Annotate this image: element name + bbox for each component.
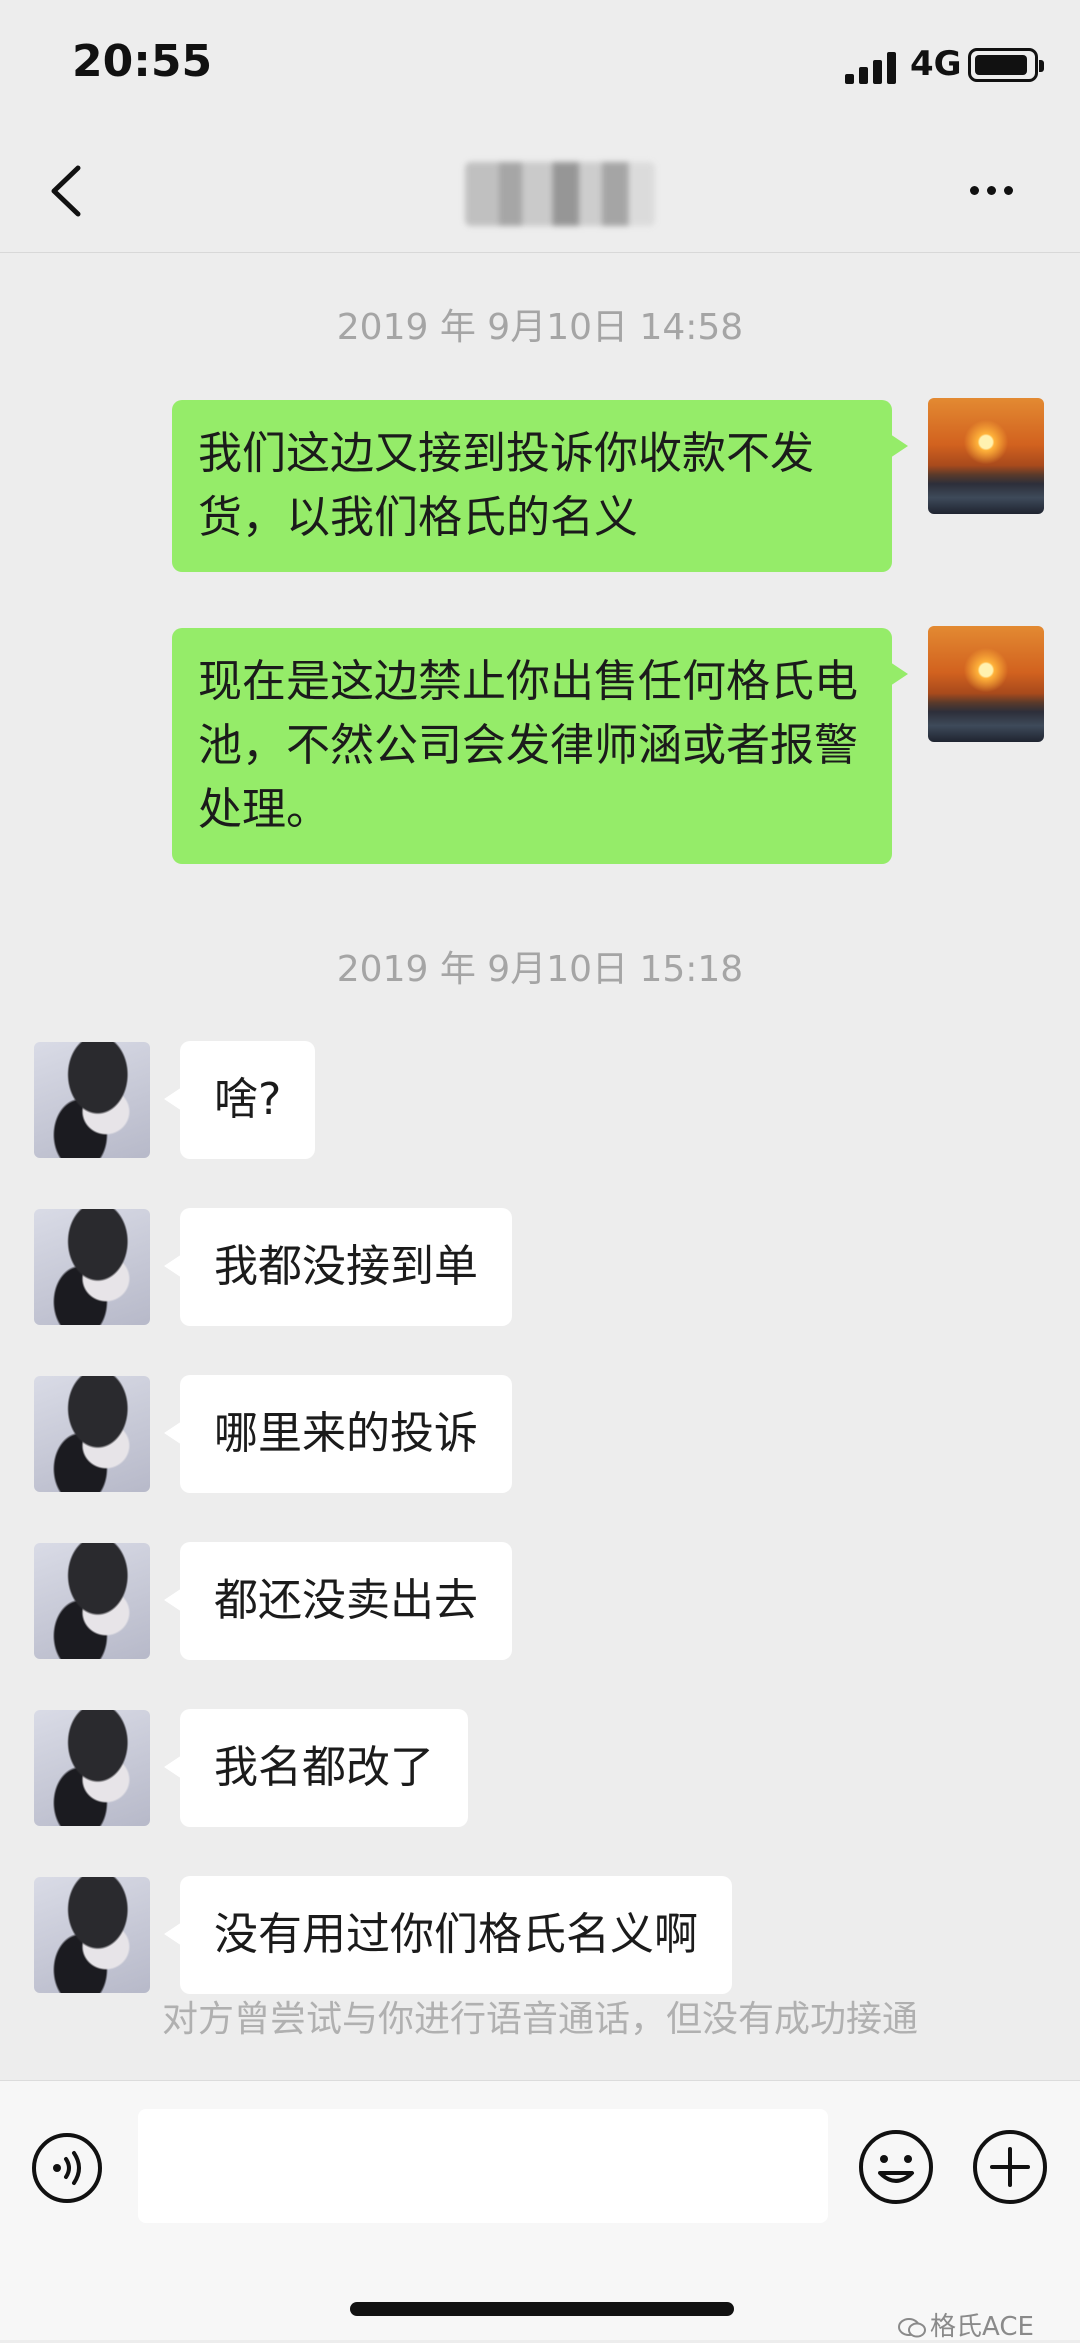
watermark: 格氏ACE (898, 2306, 1034, 2343)
battery-icon (968, 48, 1044, 82)
contact-name-blurred (465, 162, 655, 226)
signal-icon (845, 52, 896, 84)
emoji-icon[interactable] (856, 2127, 936, 2207)
contact-avatar[interactable] (34, 1042, 150, 1158)
contact-avatar[interactable] (34, 1877, 150, 1993)
chat-header (0, 130, 1080, 253)
chevron-left-icon[interactable] (40, 160, 100, 222)
message-input[interactable] (138, 2109, 828, 2223)
incoming-message[interactable]: 没有用过你们格氏名义啊 (164, 1876, 732, 1994)
contact-avatar[interactable] (34, 1543, 150, 1659)
status-time: 20:55 (72, 36, 213, 87)
wechat-icon (898, 2318, 926, 2338)
outgoing-message[interactable]: 现在是这边禁止你出售任何格氏电池，不然公司会发律师涵或者报警处理。 (172, 628, 908, 864)
contact-avatar[interactable] (34, 1209, 150, 1325)
missed-voice-call-note: 对方曾尝试与你进行语音通话，但没有成功接通 (161, 1999, 918, 2040)
watermark-text: 格氏ACE (930, 2312, 1034, 2342)
network-type: 4G (910, 44, 962, 84)
incoming-message[interactable]: 啥? (163, 1041, 316, 1159)
incoming-message[interactable]: 我名都改了 (164, 1709, 468, 1827)
ellipsis-icon[interactable] (970, 180, 1030, 204)
my-avatar[interactable] (928, 398, 1044, 514)
voice-icon[interactable] (30, 2131, 104, 2205)
my-avatar[interactable] (928, 626, 1044, 742)
outgoing-message[interactable]: 我们这边又接到投诉你收款不发货，以我们格氏的名义 (172, 400, 908, 572)
message-timestamp: 2019 年 9月10日 15:18 (336, 949, 744, 990)
plus-icon[interactable] (970, 2127, 1050, 2207)
incoming-message[interactable]: 哪里来的投诉 (164, 1375, 512, 1493)
input-bar (0, 2080, 1080, 2340)
contact-avatar[interactable] (34, 1376, 150, 1492)
status-bar: 20:55 4G (0, 0, 1080, 130)
home-indicator[interactable] (350, 2302, 734, 2316)
incoming-message[interactable]: 我都没接到单 (164, 1208, 512, 1326)
message-timestamp: 2019 年 9月10日 14:58 (336, 307, 744, 348)
contact-avatar[interactable] (34, 1710, 150, 1826)
incoming-message[interactable]: 都还没卖出去 (164, 1542, 512, 1660)
